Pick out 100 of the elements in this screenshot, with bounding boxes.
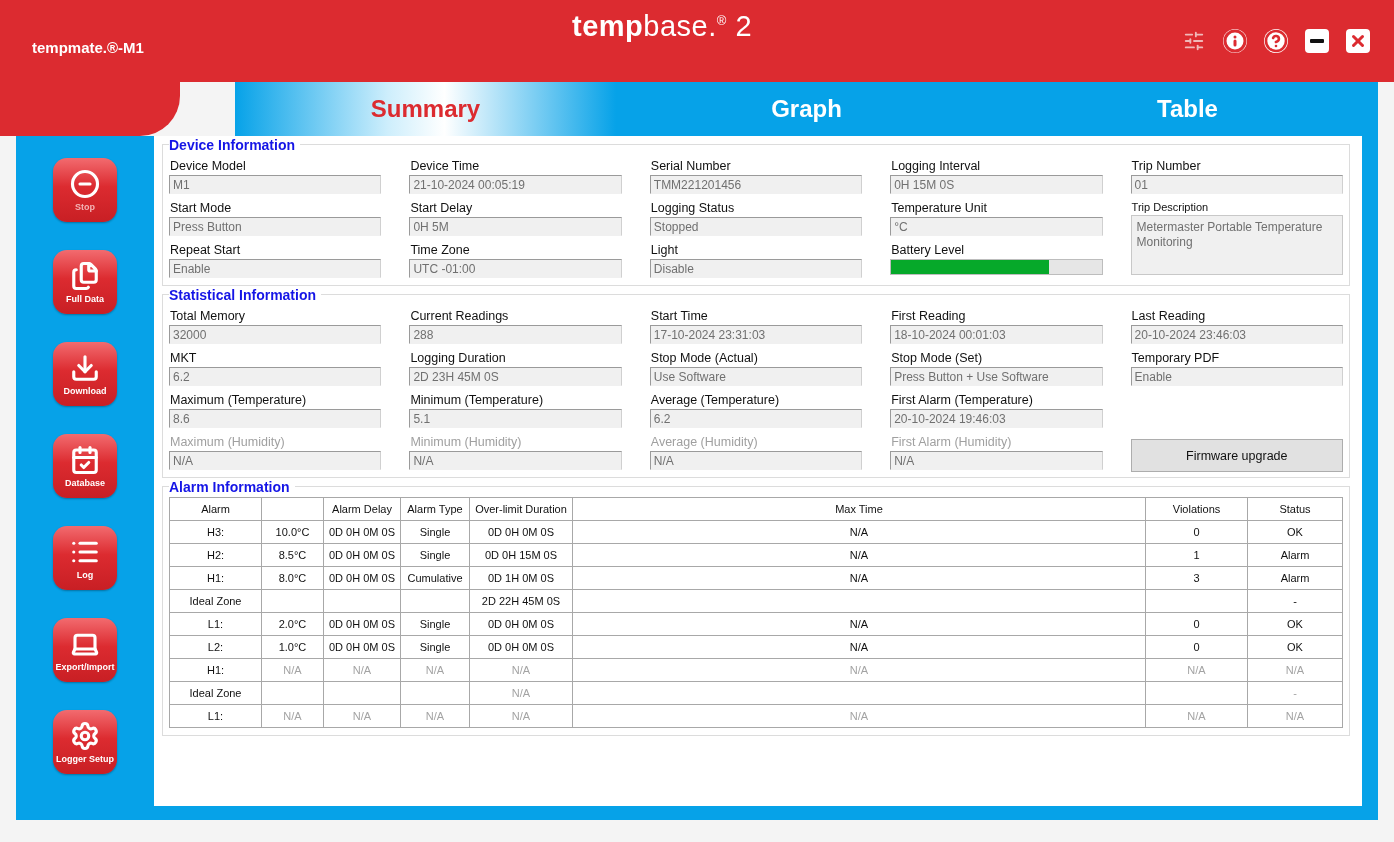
info-button[interactable]	[1223, 29, 1247, 53]
input-field[interactable]: Disable	[649, 259, 863, 278]
close-icon	[1349, 32, 1367, 50]
table-cell: 0D 0H 0M 0S	[469, 635, 573, 659]
table-cell: N/A	[572, 635, 1146, 659]
input-field[interactable]: Stopped	[649, 217, 863, 236]
field-label: Start Delay	[409, 200, 474, 217]
help-icon	[1264, 29, 1288, 53]
table-cell: H1:	[169, 658, 262, 682]
table-cell	[261, 681, 324, 705]
table-cell: Alarm	[1247, 566, 1343, 590]
column-header: Violations	[1145, 497, 1248, 521]
field-label: Last Reading	[1130, 308, 1207, 325]
table-cell: H1:	[169, 566, 262, 590]
field-label: Time Zone	[409, 242, 471, 259]
download-icon	[70, 352, 100, 383]
field-label: Trip Description	[1130, 200, 1210, 215]
table-cell: N/A	[572, 543, 1146, 567]
sidebar-button[interactable]: Export/Import	[53, 618, 117, 682]
input-field[interactable]: 21-10-2024 00:05:19	[409, 175, 622, 194]
field-label: Trip Number	[1130, 158, 1202, 175]
field-label: Stop Mode (Actual)	[649, 350, 759, 367]
table-cell	[400, 681, 470, 705]
table-cell: 0	[1145, 635, 1248, 659]
table-cell: N/A	[572, 566, 1146, 590]
table-cell: 0D 0H 0M 0S	[323, 612, 401, 636]
field-label: Logging Duration	[409, 350, 507, 367]
field-label: Device Model	[169, 158, 247, 175]
input-field[interactable]: 0H 5M	[409, 217, 622, 236]
table-cell: N/A	[400, 658, 470, 682]
sidebar-button[interactable]: Logger Setup	[53, 710, 117, 774]
input-field[interactable]: 32000	[169, 325, 382, 344]
table-cell: 0D 0H 0M 0S	[469, 520, 573, 544]
column-header: Max Time	[572, 497, 1146, 521]
column-header: Status	[1247, 497, 1343, 521]
sidebar-button[interactable]: Download	[53, 342, 117, 406]
table-cell: 0D 0H 15M 0S	[469, 543, 573, 567]
table-cell: N/A	[469, 704, 573, 728]
section-title: Device Information	[169, 137, 301, 153]
input-field[interactable]: 18-10-2024 00:01:03	[890, 325, 1103, 344]
tab[interactable]: Summary	[235, 82, 616, 136]
tab[interactable]: Graph	[616, 82, 997, 136]
input-field[interactable]: 5.1	[409, 409, 622, 428]
sidebar-button[interactable]: Full Data	[53, 250, 117, 314]
close-button[interactable]	[1346, 29, 1370, 53]
field-label: Battery Level	[890, 242, 966, 259]
sidebar-button[interactable]: Log	[53, 526, 117, 590]
input-field[interactable]: TMM221201456	[649, 175, 863, 194]
table-cell: OK	[1247, 520, 1343, 544]
input-field[interactable]: °C	[890, 217, 1103, 236]
minimize-button[interactable]	[1305, 29, 1329, 53]
text-area[interactable]: Metermaster Portable Temperature Monitoring	[1130, 215, 1343, 275]
table-cell: N/A	[572, 520, 1146, 544]
input-field[interactable]: 17-10-2024 23:31:03	[649, 325, 863, 344]
help-button[interactable]	[1264, 29, 1288, 53]
table-cell: Single	[400, 543, 470, 567]
sliders-icon	[1183, 30, 1205, 52]
input-field[interactable]: Enable	[169, 259, 382, 278]
input-field[interactable]: 8.6	[169, 409, 382, 428]
settings-sliders-button[interactable]	[1182, 29, 1206, 53]
firmware-upgrade-button[interactable]: Firmware upgrade	[1130, 439, 1343, 472]
field-label: First Alarm (Temperature)	[890, 392, 1034, 409]
input-field[interactable]: 2D 23H 45M 0S	[409, 367, 622, 386]
table-cell: Cumulative	[400, 566, 470, 590]
field-label: Start Mode	[169, 200, 233, 217]
field-label: Serial Number	[649, 158, 732, 175]
input-field[interactable]: 6.2	[169, 367, 382, 386]
input-field[interactable]: 01	[1130, 175, 1343, 194]
table-cell: L1:	[169, 704, 262, 728]
field-label: Start Time	[649, 308, 709, 325]
table-cell: 0	[1145, 612, 1248, 636]
table-cell: L2:	[169, 635, 262, 659]
input-field[interactable]: 20-10-2024 19:46:03	[890, 409, 1103, 428]
minimize-icon	[1310, 39, 1324, 43]
input-field[interactable]: Use Software	[649, 367, 863, 386]
tab[interactable]: Table	[997, 82, 1378, 136]
table-cell: 0D 0H 0M 0S	[323, 635, 401, 659]
input-field[interactable]: 288	[409, 325, 622, 344]
table-cell: Ideal Zone	[169, 589, 262, 613]
input-field[interactable]: 6.2	[649, 409, 863, 428]
table-cell: 10.0°C	[261, 520, 324, 544]
input-field[interactable]: M1	[169, 175, 382, 194]
input-field[interactable]: 0H 15M 0S	[890, 175, 1103, 194]
table-cell: 0D 0H 0M 0S	[323, 566, 401, 590]
sidebar-button[interactable]: Database	[53, 434, 117, 498]
table-cell: 2.0°C	[261, 612, 324, 636]
table-cell: N/A	[261, 704, 324, 728]
input-field[interactable]: UTC -01:00	[409, 259, 622, 278]
table-cell: 0D 0H 0M 0S	[323, 520, 401, 544]
table-cell: 1.0°C	[261, 635, 324, 659]
input-field[interactable]: Press Button + Use Software	[890, 367, 1103, 386]
field-label: Total Memory	[169, 308, 247, 325]
table-cell: N/A	[469, 681, 573, 705]
table-cell: -	[1247, 589, 1343, 613]
table-cell: N/A	[1145, 704, 1248, 728]
input-field[interactable]: Enable	[1130, 367, 1343, 386]
field-label: MKT	[169, 350, 198, 367]
input-field[interactable]: 20-10-2024 23:46:03	[1130, 325, 1343, 344]
section-title: Alarm Information	[169, 479, 295, 495]
input-field[interactable]: Press Button	[169, 217, 382, 236]
